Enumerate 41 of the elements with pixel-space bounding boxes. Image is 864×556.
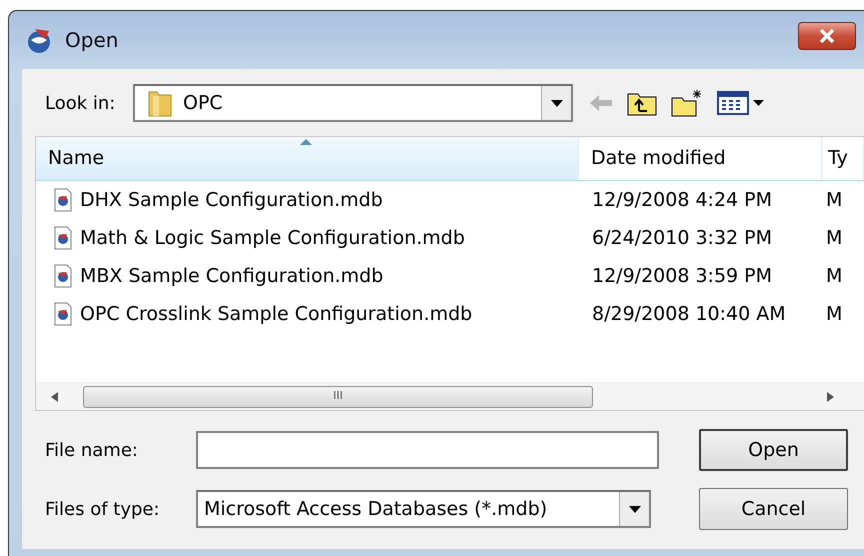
view-menu-icon[interactable] <box>717 91 765 115</box>
look-in-label: Look in: <box>45 92 116 116</box>
file-type-label: Files of type: <box>45 498 161 522</box>
scroll-left-icon[interactable] <box>50 392 58 402</box>
look-in-dropdown[interactable]: OPC <box>133 84 573 122</box>
file-name[interactable]: Math & Logic Sample Configuration.mdb <box>80 224 465 252</box>
scrollbar-thumb[interactable]: III <box>83 386 593 408</box>
database-file-icon <box>54 188 72 212</box>
file-name[interactable]: DHX Sample Configuration.mdb <box>80 186 383 214</box>
database-file-icon <box>54 264 72 288</box>
database-file-icon <box>54 302 72 326</box>
file-type-value: Microsoft Access Databases (*.mdb) <box>203 496 548 522</box>
caret-icon <box>550 100 562 106</box>
file-name-label: File name: <box>45 438 139 462</box>
open-button[interactable]: Open <box>699 429 848 471</box>
file-type: M <box>826 188 842 211</box>
file-name[interactable]: MBX Sample Configuration.mdb <box>80 262 384 290</box>
date-modified: 8/29/2008 10:40 AM <box>592 302 786 325</box>
file-type: M <box>826 302 842 325</box>
date-modified: 12/9/2008 3:59 PM <box>592 264 772 287</box>
close-button[interactable] <box>798 22 856 50</box>
new-folder-icon[interactable] <box>671 89 703 117</box>
scroll-right-icon[interactable] <box>827 392 835 402</box>
date-modified: 6/24/2010 3:32 PM <box>592 226 772 249</box>
file-type: M <box>826 226 842 249</box>
horizontal-scrollbar[interactable]: III <box>36 382 864 410</box>
cancel-button[interactable]: Cancel <box>699 488 848 530</box>
column-header[interactable]: Date modified <box>579 137 822 180</box>
file-type-dropdown[interactable]: Microsoft Access Databases (*.mdb) <box>196 490 651 528</box>
database-file-icon <box>54 226 72 250</box>
date-modified: 12/9/2008 4:24 PM <box>592 188 772 211</box>
column-header[interactable]: Name <box>36 137 579 180</box>
column-header[interactable]: Ty <box>822 137 864 180</box>
window-title: Open <box>65 27 118 54</box>
file-name[interactable]: OPC Crosslink Sample Configuration.mdb <box>80 300 472 328</box>
caret-icon <box>628 506 640 512</box>
file-name-field[interactable] <box>196 431 659 469</box>
close-icon <box>819 29 835 43</box>
file-type: M <box>826 264 842 287</box>
sort-arrow-icon <box>300 139 312 145</box>
look-in-value: OPC <box>183 90 224 116</box>
